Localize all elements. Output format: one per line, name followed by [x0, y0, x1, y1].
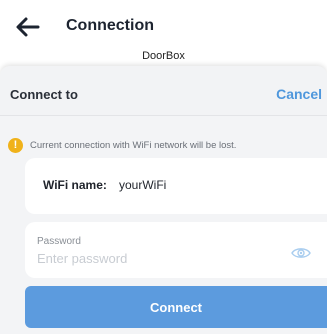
connect-sheet: Connect to Cancel ! Current connection w… — [0, 66, 327, 334]
page-title: Connection — [66, 17, 154, 34]
password-label: Password — [37, 236, 81, 247]
show-password-button[interactable] — [291, 246, 311, 260]
device-name: DoorBox — [142, 50, 185, 62]
top-bar: Connection — [0, 0, 327, 48]
cancel-button[interactable]: Cancel — [276, 86, 322, 102]
wifi-name-value: yourWiFi — [119, 178, 167, 192]
connect-button[interactable]: Connect — [25, 286, 327, 328]
warning-text: Current connection with WiFi network wil… — [30, 139, 237, 151]
back-button[interactable] — [14, 16, 40, 38]
sheet-title: Connect to — [10, 87, 78, 102]
exclamation-circle-icon: ! — [8, 137, 23, 153]
arrow-left-icon — [16, 17, 40, 37]
wifi-name-card: WiFi name: yourWiFi — [25, 158, 327, 214]
eye-icon — [291, 248, 311, 258]
wifi-name-label: WiFi name: — [43, 178, 107, 192]
sheet-header: Connect to Cancel — [0, 66, 327, 116]
warning-message: ! Current connection with WiFi network w… — [8, 136, 236, 154]
password-input[interactable] — [37, 248, 277, 268]
password-card: Password — [25, 222, 327, 278]
